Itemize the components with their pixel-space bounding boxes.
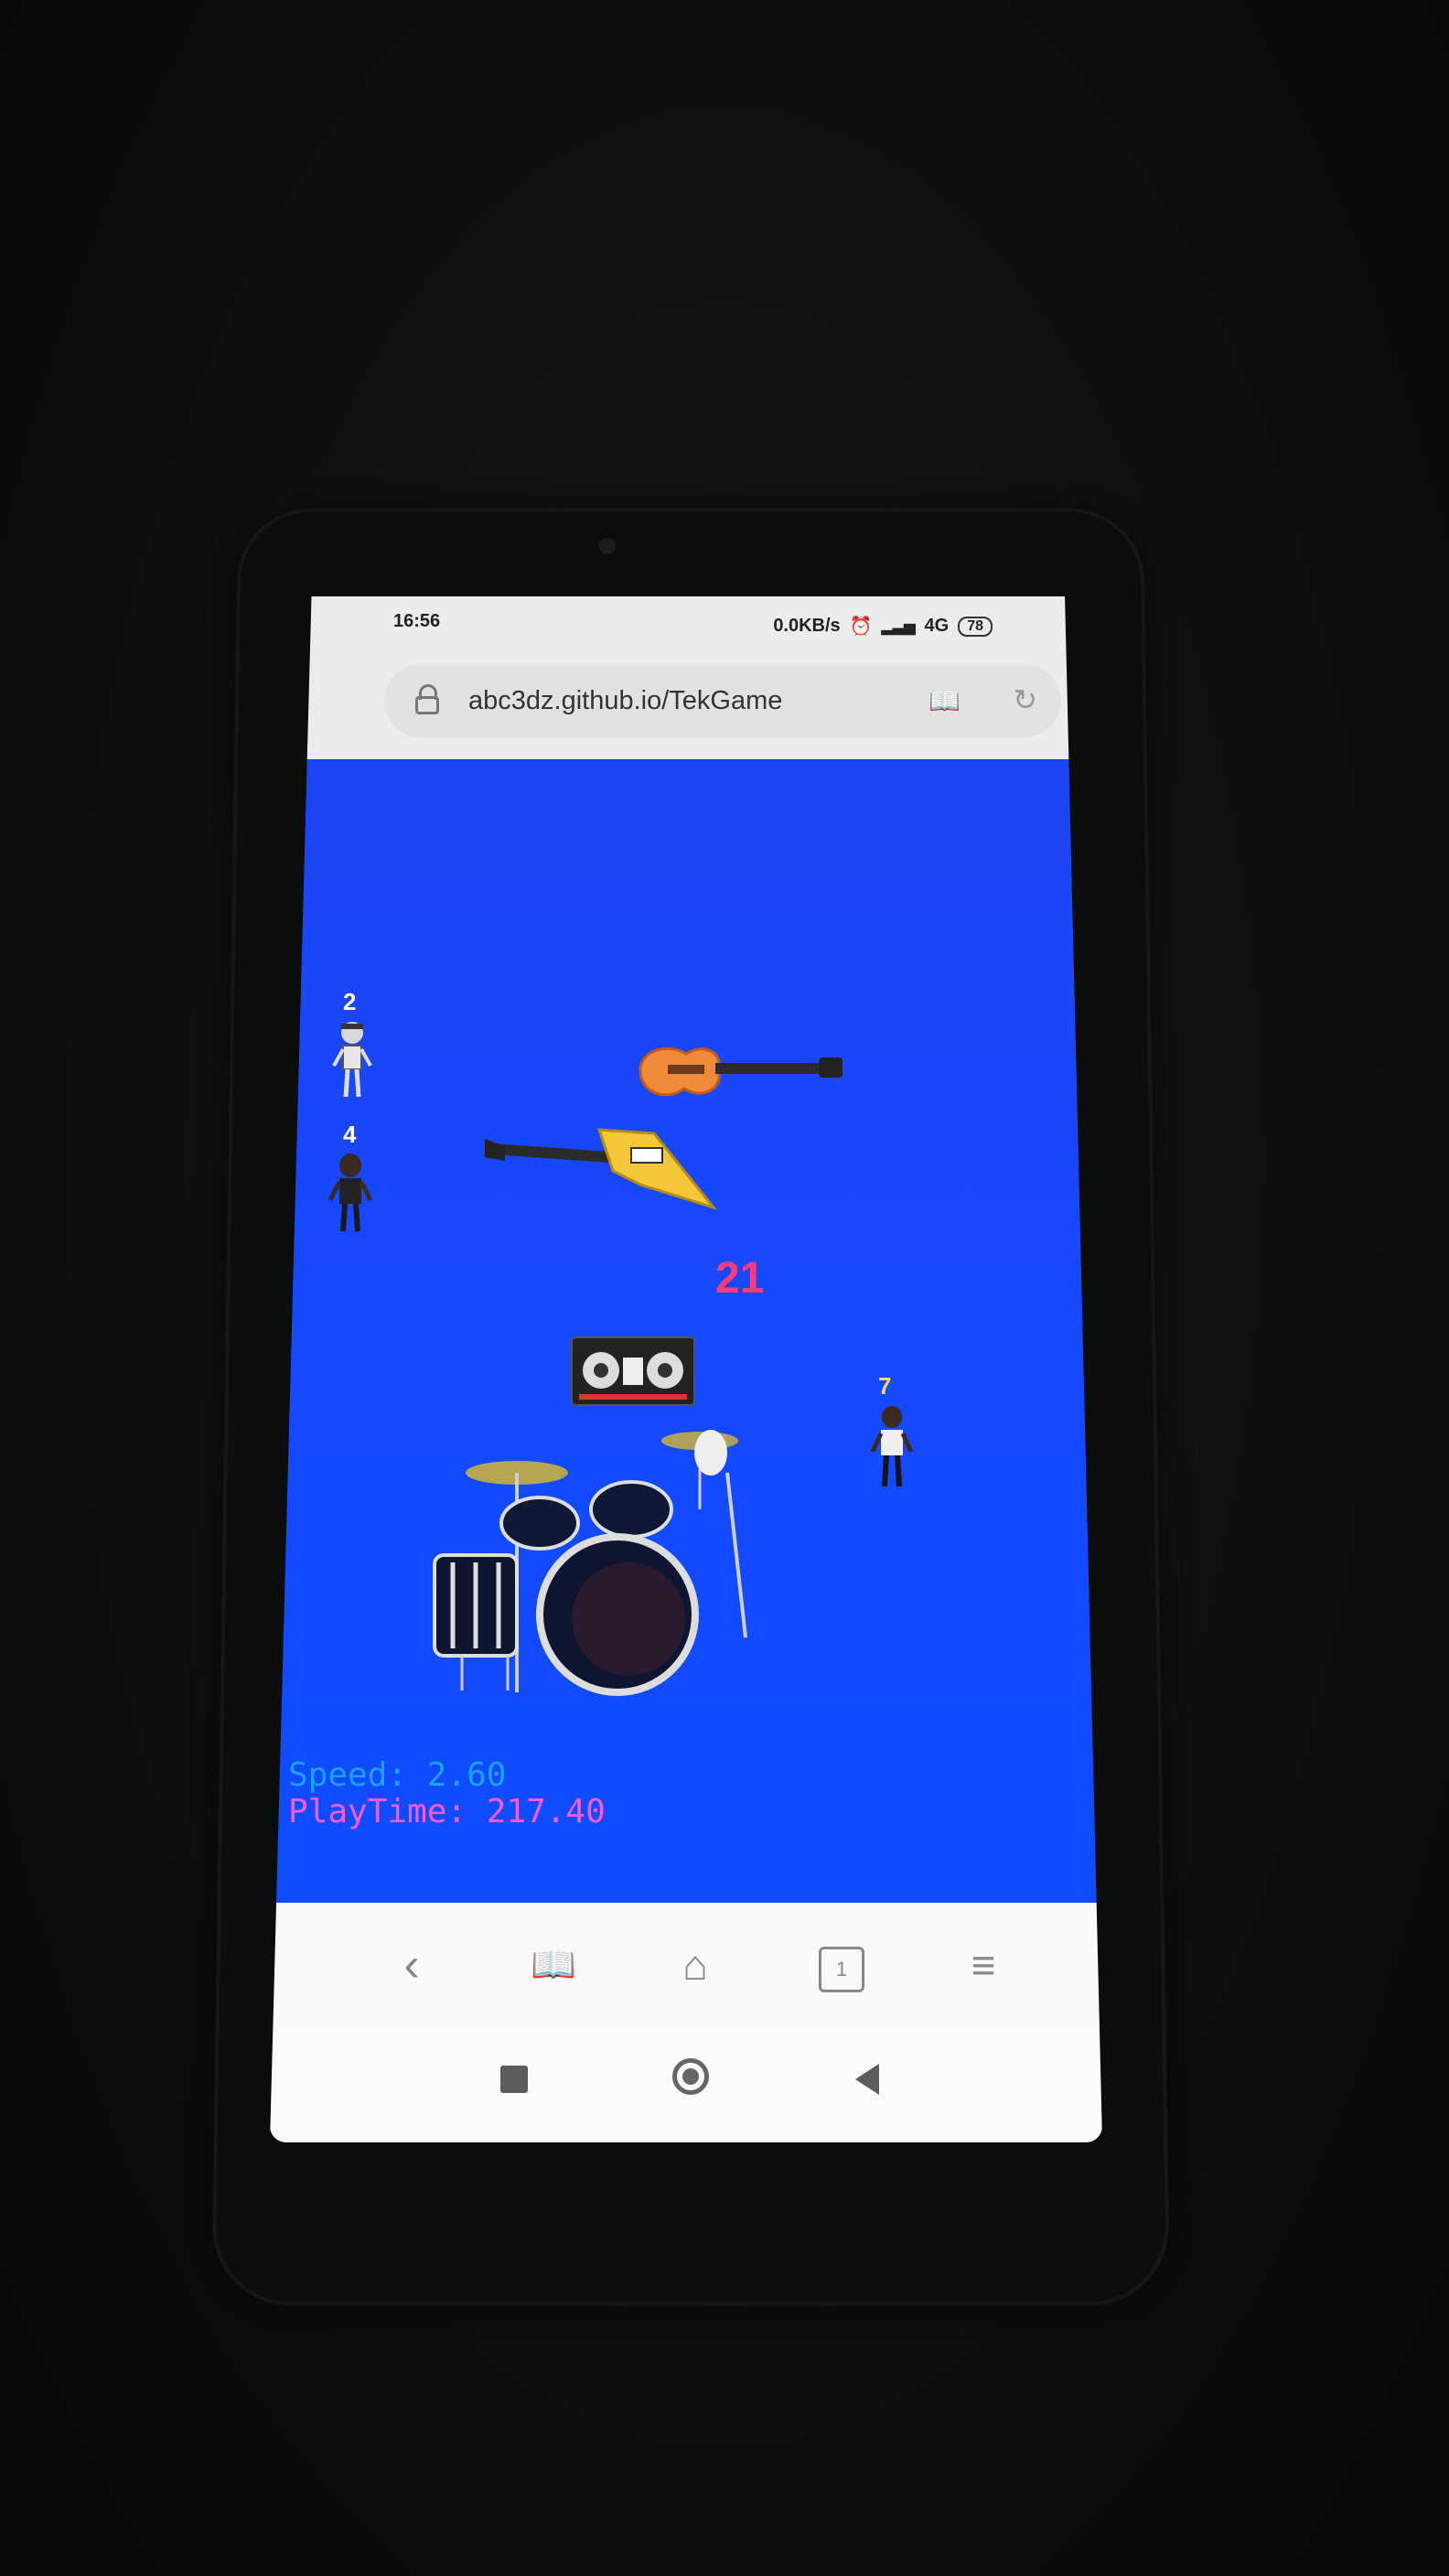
- system-nav-bar: [270, 2022, 1102, 2142]
- game-canvas[interactable]: 2 4 21 7 Speed: 2.60 PlayTime: 217.40: [270, 759, 1102, 1903]
- player-avatar-skeleton: [332, 1022, 372, 1098]
- network-type: 4G: [924, 616, 950, 636]
- guitar-orange: [639, 1046, 843, 1097]
- player-label-7: 7: [878, 1372, 892, 1400]
- tabs-button[interactable]: 1: [819, 1947, 864, 1992]
- back-triangle-icon[interactable]: [855, 2064, 879, 2095]
- home-icon[interactable]: ⌂: [668, 1937, 723, 1992]
- status-bar: 16:56 0.0KB/s ⏰ ▂▃▅ 4G 78: [270, 596, 1102, 648]
- signal-icon: ▂▃▅: [881, 618, 916, 635]
- player-label-4: 4: [343, 1121, 357, 1148]
- reader-mode-icon[interactable]: 📖: [928, 686, 961, 716]
- guitar-yellow: [485, 1128, 718, 1210]
- status-time: 16:56: [393, 611, 441, 631]
- status-indicators: 0.0KB/s ⏰ ▂▃▅ 4G 78: [773, 615, 993, 638]
- address-bar[interactable]: abc3dz.github.io/TekGame 📖 ↻: [384, 664, 1061, 737]
- browser-toolbar: abc3dz.github.io/TekGame 📖 ↻: [270, 648, 1102, 759]
- battery-level: 78: [958, 616, 993, 637]
- menu-icon[interactable]: ≡: [956, 1937, 1011, 1992]
- browser-nav-bar: ‹ 📖 ⌂ 1 ≡: [270, 1903, 1102, 2023]
- home-circle-icon[interactable]: [672, 2058, 709, 2095]
- player-label-2: 2: [343, 988, 357, 1015]
- dj-deck: [571, 1336, 695, 1406]
- refresh-icon[interactable]: ↻: [1013, 682, 1037, 717]
- recents-icon[interactable]: [500, 2066, 528, 2093]
- player-avatar-white-shirt: [870, 1406, 914, 1487]
- net-speed: 0.0KB/s: [773, 616, 841, 636]
- player-avatar-dark: [327, 1154, 373, 1232]
- score-counter: 21: [715, 1254, 765, 1303]
- playtime-readout: PlayTime: 217.40: [288, 1793, 606, 1830]
- front-camera: [599, 538, 616, 554]
- back-icon[interactable]: ‹: [384, 1937, 439, 1992]
- drum-kit: [433, 1430, 747, 1696]
- alarm-icon: ⏰: [849, 617, 873, 637]
- lock-icon: [415, 684, 439, 715]
- speed-readout: Speed: 2.60: [288, 1756, 507, 1794]
- bookmarks-icon[interactable]: 📖: [526, 1937, 581, 1992]
- url-text[interactable]: abc3dz.github.io/TekGame: [468, 686, 782, 716]
- phone-screen: 16:56 0.0KB/s ⏰ ▂▃▅ 4G 78 abc3dz.github.…: [270, 596, 1102, 2142]
